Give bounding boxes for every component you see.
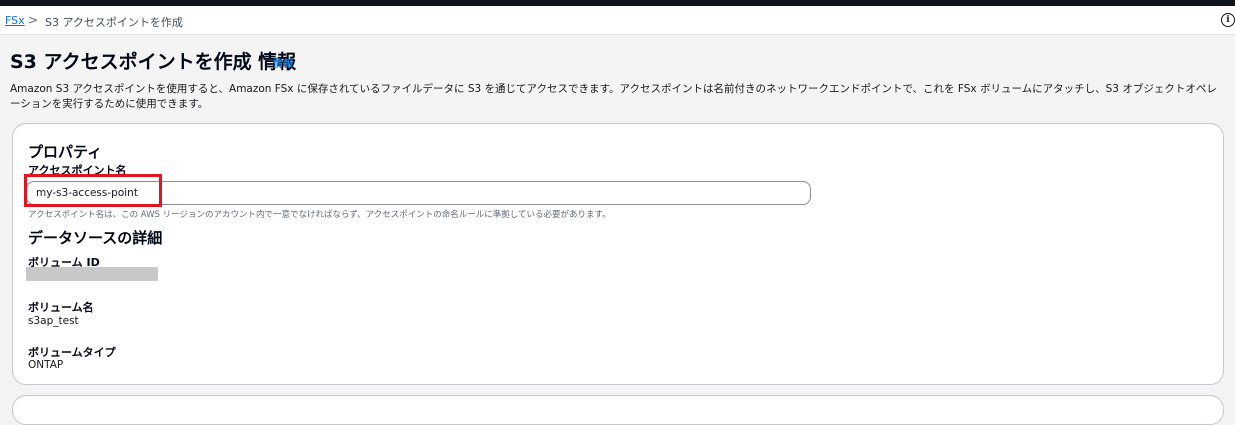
page-description: Amazon S3 アクセスポイントを使用すると、Amazon FSx に保存さ…: [10, 83, 1217, 110]
volume-type-label: ボリュームタイプ: [28, 346, 116, 359]
info-circle-icon[interactable]: i: [1221, 13, 1235, 27]
properties-heading: プロパティ: [28, 143, 103, 161]
volume-id-redacted-value: [26, 267, 158, 281]
breadcrumb-fsx-link[interactable]: FSx: [5, 14, 25, 27]
volume-type-value: ONTAP: [28, 359, 64, 371]
volume-name-label: ボリューム名: [28, 301, 94, 314]
info-link[interactable]: 情報: [273, 55, 293, 70]
breadcrumb: FSx > S3 アクセスポイントを作成 i: [0, 6, 1235, 35]
page-title: S3 アクセスポイントを作成 情報: [10, 51, 297, 73]
volume-name-value: s3ap_test: [28, 315, 79, 327]
access-point-name-help: アクセスポイント名は、この AWS リージョンのアカウント内で一意でなければなら…: [28, 210, 611, 220]
breadcrumb-separator: >: [28, 13, 39, 27]
data-source-heading: データソースの詳細: [28, 229, 163, 247]
breadcrumb-current: S3 アクセスポイントを作成: [45, 16, 183, 29]
access-point-name-input[interactable]: [26, 181, 811, 205]
properties-panel: [12, 123, 1224, 385]
access-point-name-label: アクセスポイント名: [28, 164, 127, 177]
